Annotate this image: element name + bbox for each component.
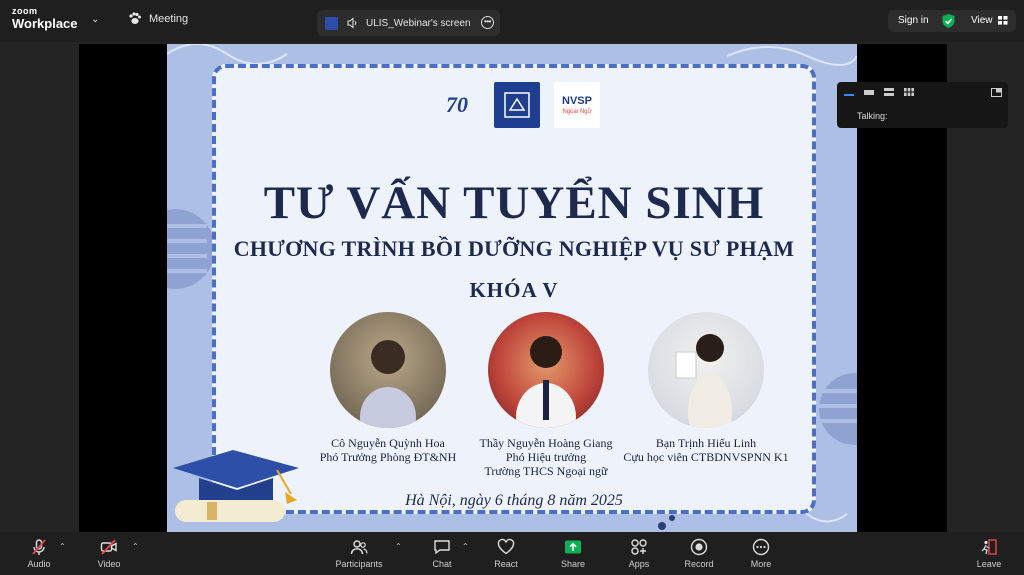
video-label: Video: [97, 559, 121, 569]
apps-icon: [631, 539, 647, 555]
chat-label: Chat: [432, 559, 452, 569]
react-button[interactable]: React: [478, 538, 534, 569]
person-silhouette-icon: [516, 336, 576, 428]
chevron-down-icon[interactable]: ⌄: [91, 14, 99, 25]
top-bar: zoom Workplace ⌄ Meeting ULIS_Webinar's …: [0, 0, 1024, 42]
pop-out-icon[interactable]: [991, 88, 1002, 97]
meeting-button[interactable]: Meeting: [128, 12, 188, 25]
zoom-workplace-logo[interactable]: zoom Workplace: [12, 6, 78, 31]
minimize-view-icon[interactable]: [844, 88, 854, 96]
react-label: React: [494, 559, 518, 569]
more-label: More: [750, 559, 772, 569]
talking-panel: Talking:: [837, 82, 1008, 128]
brand-line1: zoom: [12, 6, 38, 16]
speaker-role: Cựu học viên CTBDNVSPNN K1: [623, 450, 789, 464]
share-tab-label: ULIS_Webinar's screen: [366, 17, 471, 29]
share-screen-icon: [565, 540, 581, 554]
meeting-label: Meeting: [149, 12, 189, 25]
more-dots-icon: [752, 538, 770, 556]
more-options-icon[interactable]: •••: [481, 16, 494, 29]
ulis-logo-icon: [325, 16, 338, 30]
speaker-name: Bạn Trịnh Hiếu Linh: [655, 436, 757, 450]
video-button[interactable]: Video: [81, 538, 137, 569]
person-silhouette-icon: [360, 340, 416, 428]
speaker-icon: [347, 17, 357, 29]
speaker-view-icon[interactable]: [864, 88, 874, 96]
university-crest-icon: [504, 92, 530, 118]
speaker-organization: Trường THCS Ngoại ngữ: [484, 464, 608, 478]
participants-options-chevron-icon[interactable]: ⌃: [395, 542, 402, 551]
person-silhouette-icon: [675, 334, 732, 428]
brand-line2: Workplace: [12, 16, 78, 31]
shield-check-icon[interactable]: [941, 13, 956, 29]
video-options-chevron-icon[interactable]: ⌃: [132, 542, 139, 551]
audio-options-chevron-icon[interactable]: ⌃: [59, 542, 66, 551]
chat-bubble-icon: [434, 540, 450, 555]
slide-subtitle: CHƯƠNG TRÌNH BỒI DƯỠNG NGHIỆP VỤ SƯ PHẠM: [233, 236, 795, 261]
university-logo: [494, 82, 540, 128]
sign-in-button[interactable]: Sign in: [898, 15, 929, 26]
shared-slide: 70 NVSP Ngoại Ngữ TƯ VẤN TUYỂN SINH CHƯƠ…: [167, 44, 857, 532]
speaker-card: Bạn Trịnh Hiếu Linh Cựu học viên CTBDNVS…: [606, 312, 806, 464]
gallery-view-icon[interactable]: [904, 88, 914, 96]
slide-course-label: KHÓA V: [469, 278, 559, 302]
nvsp-logo: NVSP Ngoại Ngữ: [554, 82, 600, 128]
more-button[interactable]: More: [733, 538, 789, 569]
share-button[interactable]: Share: [545, 538, 601, 569]
nvsp-logo-subtext: Ngoại Ngữ: [562, 108, 592, 115]
talking-label: Talking:: [857, 111, 888, 121]
strip-view-icon[interactable]: [884, 88, 894, 96]
account-view-group: Sign in View: [888, 10, 1016, 32]
paw-icon: [129, 12, 141, 24]
graduation-cap-icon: [173, 450, 299, 522]
leave-label: Leave: [976, 559, 1002, 569]
record-button[interactable]: Record: [671, 538, 727, 569]
grid-view-icon: [997, 16, 1007, 25]
view-button[interactable]: View: [971, 15, 1008, 26]
nvsp-logo-text: NVSP: [562, 94, 592, 107]
slide-title: TƯ VẤN TUYỂN SINH: [263, 177, 765, 229]
view-label: View: [971, 15, 993, 26]
audio-label: Audio: [27, 559, 51, 569]
speaker-photo: [330, 312, 446, 428]
participants-label: Participants: [335, 559, 383, 569]
apps-label: Apps: [628, 559, 650, 569]
record-label: Record: [684, 559, 714, 569]
heart-icon: [497, 538, 515, 555]
speaker-photo: [648, 312, 764, 428]
camera-off-icon: [100, 539, 117, 555]
share-label: Share: [560, 559, 586, 569]
apps-button[interactable]: Apps: [611, 538, 667, 569]
speaker-photo: [488, 312, 604, 428]
screen-share-tab[interactable]: ULIS_Webinar's screen •••: [317, 10, 500, 36]
chat-options-chevron-icon[interactable]: ⌃: [462, 542, 469, 551]
leave-door-icon: [981, 539, 997, 555]
leave-button[interactable]: Leave: [961, 538, 1017, 569]
microphone-muted-icon: [32, 539, 46, 555]
record-icon: [690, 538, 708, 556]
layout-options: [844, 88, 914, 96]
anniversary-70-logo: 70: [446, 92, 468, 117]
logo-row: 70 NVSP Ngoại Ngữ: [434, 82, 600, 128]
participants-icon: [350, 540, 368, 555]
participants-button[interactable]: Participants: [331, 538, 387, 569]
meeting-toolbar: Audio ⌃ Video ⌃ Participants ⌃ Chat ⌃ Re…: [0, 532, 1024, 575]
